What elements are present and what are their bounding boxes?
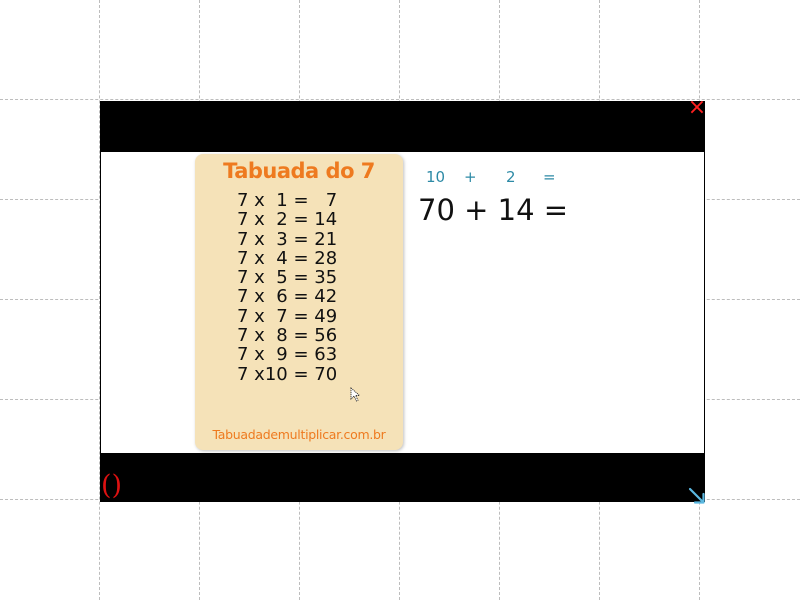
table-line: 7 x 1 = 7 [237,190,338,211]
close-icon[interactable]: × [687,97,707,119]
small-equation-b: 2 [506,168,516,186]
card-title: Tabuada do 7 [223,159,375,183]
table-lines: 7 x 1 = 7 7 x 2 = 14 7 x 3 = 21 7 x 4 = … [237,191,387,384]
mouse-cursor-icon [350,387,361,402]
canvas: Tabuada do 7 7 x 1 = 7 7 x 2 = 14 7 x 3 … [0,0,800,600]
small-equation-equals: = [543,168,556,186]
video-frame: Tabuada do 7 7 x 1 = 7 7 x 2 = 14 7 x 3 … [101,152,704,453]
table-line: 7 x 5 = 35 [237,267,338,289]
table-line: 7 x 2 = 14 [237,209,338,231]
table-line: 7 x10 = 70 [237,363,338,385]
table-line: 7 x 3 = 21 [237,228,338,250]
grid-line [0,99,800,100]
multiplication-table-card: Tabuada do 7 7 x 1 = 7 7 x 2 = 14 7 x 3 … [195,154,403,450]
table-line: 7 x 7 = 49 [237,305,338,327]
table-line: 7 x 4 = 28 [237,247,338,269]
card-footer-url: Tabuadademultiplicar.com.br [212,427,386,442]
small-equation-a: 10 [426,168,446,186]
video-player[interactable]: Tabuada do 7 7 x 1 = 7 7 x 2 = 14 7 x 3 … [100,101,705,502]
table-line: 7 x 8 = 56 [237,325,338,347]
big-equation: 70 + 14 = [418,193,569,227]
table-line: 7 x 9 = 63 [237,344,338,366]
small-equation-plus: + [464,168,477,186]
resize-arrow-icon[interactable] [688,487,706,505]
table-line: 7 x 6 = 42 [237,286,338,308]
paren-icon[interactable]: () [101,470,122,502]
small-equation: 10 + 2 = [426,168,566,188]
